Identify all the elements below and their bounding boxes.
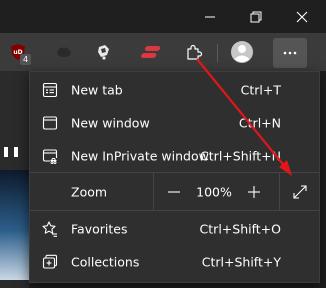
close-window-button[interactable] — [279, 0, 325, 33]
zoom-value: 100% — [196, 184, 232, 199]
menu-item-new-inprivate-window[interactable]: New InPrivate window Ctrl+Shift+N — [30, 139, 319, 172]
page-fragment — [14, 147, 18, 157]
minimize-button[interactable] — [187, 0, 233, 33]
toolbar-divider — [217, 44, 218, 62]
inprivate-icon — [41, 147, 59, 165]
menu-item-label: New window — [71, 115, 150, 130]
menu-item-new-tab[interactable]: New tab Ctrl+T — [30, 73, 319, 106]
menu-item-new-window[interactable]: New window Ctrl+N — [30, 106, 319, 139]
page-fragment — [4, 147, 8, 157]
title-bar — [0, 0, 326, 33]
menu-item-shortcut: Ctrl+Shift+Y — [201, 254, 281, 269]
avatar — [231, 41, 253, 63]
menu-item-label: New InPrivate window — [71, 148, 209, 163]
collections-icon — [41, 253, 59, 271]
expressvpn-extension-button[interactable] — [136, 33, 168, 71]
menu-item-label: New tab — [71, 82, 123, 97]
minus-icon — [168, 190, 180, 193]
more-dots-icon — [283, 51, 297, 55]
menu-item-favorites[interactable]: Favorites Ctrl+Shift+O — [30, 212, 319, 245]
settings-menu: New tab Ctrl+T New window Ctrl+N New InP… — [29, 71, 320, 283]
expressvpn-icon — [141, 46, 161, 58]
zoom-in-button[interactable] — [234, 173, 274, 210]
puzzle-icon — [187, 44, 203, 60]
menu-item-shortcut: Ctrl+N — [238, 115, 281, 130]
full-screen-button[interactable] — [280, 173, 319, 210]
menu-item-shortcut: Ctrl+Shift+N — [200, 148, 281, 163]
profile-button[interactable] — [226, 33, 258, 71]
page-background-image — [0, 170, 29, 280]
menu-item-label: Collections — [71, 254, 140, 269]
extension-button-dark[interactable] — [48, 33, 80, 71]
menu-separator — [30, 210, 319, 211]
menu-item-collections[interactable]: Collections Ctrl+Shift+Y — [30, 245, 319, 278]
ublock-extension-button[interactable]: uD 4 — [2, 33, 34, 71]
minimize-icon — [205, 16, 215, 17]
browser-toolbar: uD 4 — [0, 33, 326, 71]
restore-icon — [250, 11, 262, 22]
menu-item-shortcut: Ctrl+T — [240, 82, 281, 97]
close-icon — [296, 11, 308, 22]
plus-icon — [248, 185, 260, 198]
extension-button-puzzle-dark[interactable] — [88, 33, 120, 71]
new-window-icon — [41, 114, 59, 132]
zoom-out-button[interactable] — [154, 173, 194, 210]
cloud-extension-icon — [57, 47, 71, 57]
new-tab-icon — [41, 81, 59, 99]
restore-button[interactable] — [233, 0, 279, 33]
fullscreen-expand-icon — [292, 184, 307, 199]
settings-and-more-button[interactable] — [273, 38, 307, 68]
menu-item-label: Favorites — [71, 221, 128, 236]
zoom-row: Zoom 100% — [30, 173, 319, 210]
zoom-label: Zoom — [71, 184, 108, 199]
extensions-button[interactable] — [178, 33, 210, 71]
piece-extension-icon — [98, 45, 109, 60]
favorites-icon — [41, 220, 59, 238]
extension-badge-count: 4 — [20, 54, 31, 65]
menu-item-shortcut: Ctrl+Shift+O — [199, 221, 281, 236]
